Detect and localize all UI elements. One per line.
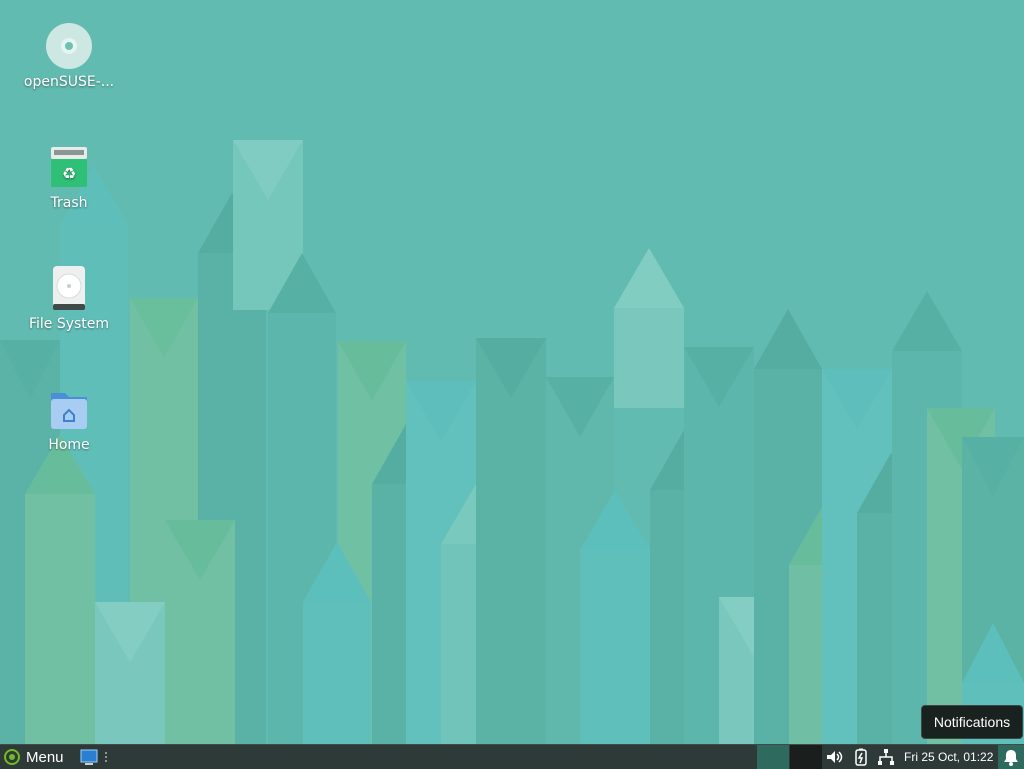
panel-handle-icon[interactable]	[103, 751, 109, 763]
workspace-1[interactable]	[757, 745, 789, 769]
battery-icon[interactable]	[852, 748, 870, 766]
volume-icon[interactable]	[825, 748, 843, 766]
desktop-icon-opensuse-media[interactable]: openSUSE-...	[19, 22, 119, 90]
desktop-wallpaper	[0, 0, 1024, 744]
menu-label: Menu	[26, 748, 64, 766]
opensuse-logo-icon	[4, 749, 20, 765]
desktop-icon-home[interactable]: Home	[19, 385, 119, 453]
notifications-button[interactable]	[998, 745, 1024, 769]
disc-icon	[46, 23, 92, 69]
notifications-tooltip: Notifications	[921, 705, 1023, 739]
desktop-icon-trash[interactable]: ♻ Trash	[19, 143, 119, 211]
workspace-2[interactable]	[790, 745, 822, 769]
desktop-icon-file-system[interactable]: File System	[19, 264, 119, 332]
desktop-icon-label: Home	[48, 437, 90, 453]
trash-icon: ♻	[51, 147, 87, 187]
taskbar: Menu Fri 25 Oct, 01:22	[0, 744, 1024, 769]
menu-button[interactable]: Menu	[0, 745, 72, 769]
show-desktop-icon[interactable]	[80, 748, 98, 766]
hard-drive-icon	[53, 266, 85, 310]
desktop-icon-label: File System	[28, 316, 110, 332]
network-icon[interactable]	[877, 748, 895, 766]
svg-text:♻: ♻	[62, 164, 76, 183]
bell-icon	[1004, 750, 1018, 766]
clock[interactable]: Fri 25 Oct, 01:22	[904, 745, 993, 769]
home-folder-icon	[51, 393, 87, 429]
desktop-icon-label: Trash	[50, 195, 88, 211]
desktop-icon-label: openSUSE-...	[23, 74, 115, 90]
